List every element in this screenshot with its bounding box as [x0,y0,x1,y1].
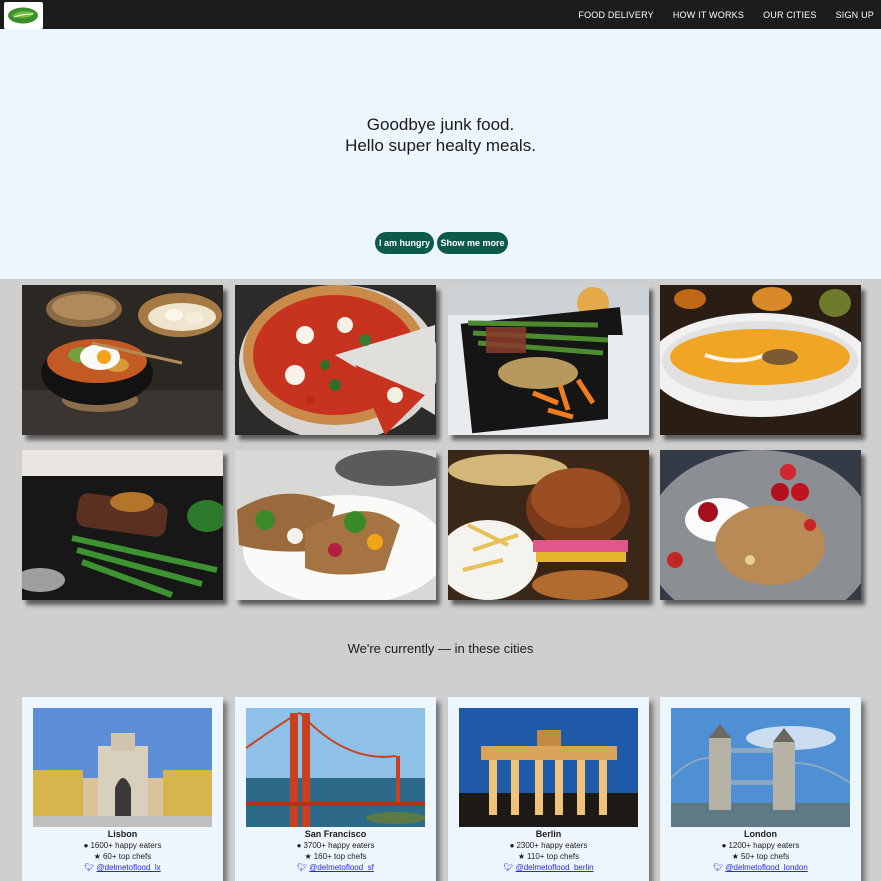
hero-section: Goodbye junk food. Hello super healty me… [0,29,881,279]
twitter-link[interactable]: @delmetoflood_sf [309,863,374,872]
gallery-photo-bibimbap [22,285,223,435]
eaters-count: 1200+ happy eaters [728,841,800,850]
gallery-photo-burger [448,450,649,600]
eaters-line: ● 3700+ happy eaters [235,841,436,850]
user-icon: ● [509,841,515,850]
city-name: Berlin [535,829,562,839]
user-icon: ● [296,841,302,850]
nav-link-our-cities[interactable]: Our cities [763,10,817,20]
twitter-icon: 🐦︎ [297,863,308,872]
chefs-line: ★ 160+ top chefs [235,852,436,861]
chefs-count: 160+ top chefs [313,852,367,861]
star-icon: ★ [93,852,101,861]
city-card-lisbon: Lisbon ● 1600+ happy eaters ★ 60+ top chef… [22,697,223,881]
eaters-line: ● 1200+ happy eaters [660,841,861,850]
city-name: London [744,829,777,839]
twitter-link[interactable]: @delmetoflood_berlin [516,863,594,872]
city-photo-berlin [459,708,638,827]
top-navigation: Food delivery How it works Our cities Si… [0,0,881,29]
city-card-san-francisco: San Francisco ● 3700+ happy eaters ★ 160+ … [235,697,436,881]
city-name: San Francisco [304,829,367,839]
nav-link-food-delivery[interactable]: Food delivery [578,10,653,20]
gallery-photo-steak [22,450,223,600]
star-icon: ★ [304,852,312,861]
twitter-icon: 🐦︎ [713,863,724,872]
eaters-count: 1600+ happy eaters [90,841,162,850]
hero-title: Goodbye junk food. Hello super healty me… [0,114,881,156]
hero-title-line-1: Goodbye junk food. [366,115,515,134]
twitter-line: 🐦︎ @delmetoflood_lx [22,863,223,872]
chefs-count: 50+ top chefs [740,852,790,861]
city-card-berlin: Berlin ● 2300+ happy eaters ★ 110+ top che… [448,697,649,881]
chefs-count: 60+ top chefs [102,852,152,861]
chefs-line: ★ 110+ top chefs [448,852,649,861]
star-icon: ★ [731,852,739,861]
chefs-count: 110+ top chefs [527,852,580,861]
chefs-line: ★ 60+ top chefs [22,852,223,861]
eaters-line: ● 1600+ happy eaters [22,841,223,850]
twitter-link[interactable]: @delmetoflood_lx [97,863,161,872]
gallery-photo-pumpkin-soup [660,285,861,435]
twitter-line: 🐦︎ @delmetoflood_london [660,863,861,872]
leaf-logo-icon[interactable] [4,2,43,29]
eaters-count: 3700+ happy eaters [303,841,375,850]
hero-title-line-2: Hello super healty meals. [345,136,536,155]
gallery-photo-asparagus [448,285,649,435]
city-photo-london [671,708,850,827]
i-am-hungry-button[interactable]: I am hungry [375,232,434,254]
user-icon: ● [83,841,89,850]
show-me-more-button[interactable]: Show me more [437,232,508,254]
twitter-icon: 🐦︎ [503,863,514,872]
twitter-line: 🐦︎ @delmetoflood_sf [235,863,436,872]
eaters-line: ● 2300+ happy eaters [448,841,649,850]
gallery-photo-wrap [235,450,436,600]
city-photo-lisbon [33,708,212,827]
star-icon: ★ [517,852,526,861]
gallery-photo-pizza [235,285,436,435]
nav-link-sign-up[interactable]: Sign up [836,10,874,20]
twitter-line: 🐦︎ @delmetoflood_berlin [448,863,649,872]
city-photo-san-francisco [246,708,425,827]
user-icon: ● [721,841,727,850]
eaters-count: 2300+ happy eaters [516,841,588,850]
city-card-london: London ● 1200+ happy eaters ★ 50+ top chef… [660,697,861,881]
nav-link-how-it-works[interactable]: How it works [673,10,744,20]
chefs-line: ★ 50+ top chefs [660,852,861,861]
city-name: Lisbon [107,829,138,839]
cities-heading: We're currently — in these cities [347,641,534,656]
twitter-link[interactable]: @delmetoflood_london [725,863,807,872]
twitter-icon: 🐦︎ [84,863,95,872]
gallery-photo-granola [660,450,861,600]
